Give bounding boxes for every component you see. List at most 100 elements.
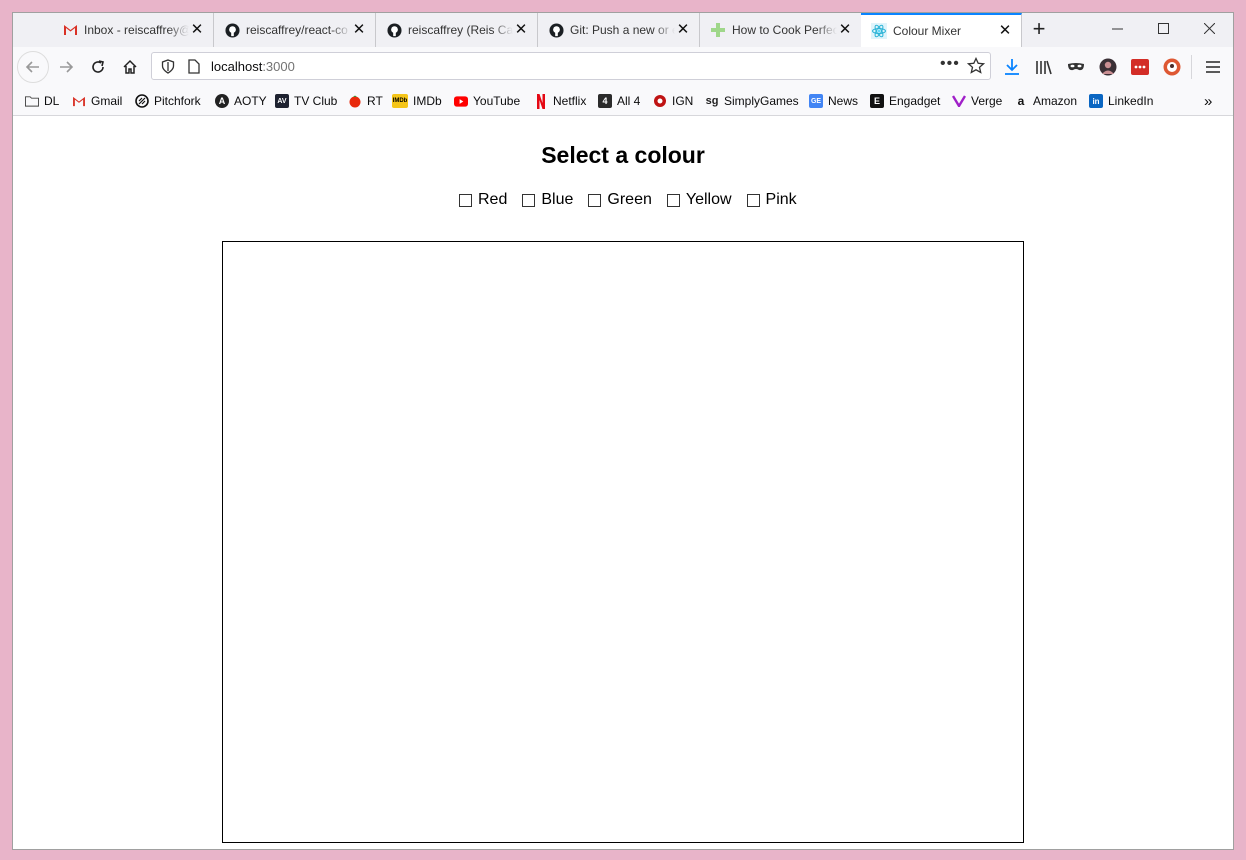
- bookmark-label: Amazon: [1033, 94, 1078, 108]
- tab-strip: Inbox - reiscaffrey@ ✕ reiscaffrey/react…: [13, 13, 1233, 47]
- tab-how-to-cook[interactable]: How to Cook Perfect ✕: [700, 13, 862, 47]
- option-yellow[interactable]: Yellow: [666, 191, 732, 209]
- page-icon: [188, 59, 200, 77]
- tab-github-react[interactable]: reiscaffrey/react-co ✕: [214, 13, 376, 47]
- minimize-icon[interactable]: [1094, 13, 1140, 43]
- bookmark-tv-club[interactable]: AV TV Club: [275, 91, 337, 111]
- menu-icon[interactable]: [1202, 56, 1224, 78]
- close-window-icon[interactable]: [1186, 13, 1232, 43]
- bookmark-linkedin[interactable]: in LinkedIn: [1089, 91, 1153, 111]
- close-tab-icon[interactable]: ✕: [513, 22, 529, 38]
- toolbar-divider: [1191, 55, 1192, 79]
- bookmark-label: Verge: [971, 94, 1003, 108]
- bookmark-star-icon[interactable]: [966, 56, 986, 78]
- bookmarks-toolbar: DL Gmail Pitchfork A AOTY AV TV Club RT …: [13, 87, 1233, 116]
- close-tab-icon[interactable]: ✕: [675, 22, 691, 38]
- shield-icon[interactable]: [161, 59, 175, 77]
- close-tab-icon[interactable]: ✕: [837, 22, 853, 38]
- aoty-icon: A: [215, 94, 229, 108]
- bookmark-ign[interactable]: IGN: [653, 91, 693, 111]
- close-tab-icon[interactable]: ✕: [189, 22, 205, 38]
- checkbox-red[interactable]: [459, 193, 472, 207]
- tab-gmail[interactable]: Inbox - reiscaffrey@ ✕: [52, 13, 214, 47]
- reload-icon: [92, 60, 104, 73]
- checkbox-yellow[interactable]: [666, 193, 680, 207]
- url-port: :3000: [262, 59, 295, 74]
- close-tab-icon[interactable]: ✕: [351, 22, 367, 38]
- folder-icon: [25, 94, 39, 108]
- bookmark-label: IGN: [672, 94, 694, 108]
- amazon-icon: a: [1017, 94, 1025, 108]
- bookmark-imdb[interactable]: IMDb IMDb: [392, 91, 442, 111]
- imdb-icon: IMDb: [392, 94, 408, 108]
- bookmarks-overflow-icon[interactable]: »: [1204, 91, 1212, 111]
- checkbox-green[interactable]: [588, 193, 602, 207]
- private-mask-icon[interactable]: [1065, 56, 1087, 78]
- bookmark-label: Engadget: [889, 94, 941, 108]
- navigation-toolbar: localhost:3000 •••: [13, 47, 1233, 87]
- bookmark-gmail[interactable]: Gmail: [72, 91, 122, 111]
- page-content: Select a colour Red Blue Green Yellow Pi…: [13, 116, 1233, 849]
- option-green[interactable]: Green: [588, 191, 652, 209]
- option-blue[interactable]: Blue: [522, 191, 573, 209]
- duckduckgo-icon[interactable]: [1161, 56, 1183, 78]
- home-button[interactable]: [114, 51, 146, 83]
- url-bar[interactable]: localhost:3000 •••: [151, 52, 991, 80]
- bookmark-aoty[interactable]: A AOTY: [215, 91, 267, 111]
- bookmark-label: YouTube: [473, 94, 521, 108]
- plus-green-icon: [710, 22, 726, 38]
- close-tab-icon[interactable]: ✕: [997, 23, 1013, 39]
- bookmark-label: Gmail: [91, 94, 123, 108]
- option-label: Yellow: [685, 191, 732, 208]
- bookmark-label: Pitchfork: [154, 94, 201, 108]
- tab-colour-mixer[interactable]: Colour Mixer ✕: [861, 13, 1022, 47]
- option-pink[interactable]: Pink: [746, 191, 797, 209]
- verge-icon: [952, 94, 966, 108]
- forward-button[interactable]: [50, 51, 82, 83]
- lastpass-icon[interactable]: [1129, 56, 1151, 78]
- home-icon: [123, 59, 137, 74]
- option-label: Green: [607, 191, 652, 208]
- bookmark-label: All 4: [617, 94, 641, 108]
- maximize-icon[interactable]: [1140, 13, 1186, 43]
- download-icon[interactable]: [1001, 56, 1023, 78]
- url-text[interactable]: localhost:3000: [211, 59, 295, 74]
- back-button[interactable]: [17, 51, 49, 83]
- option-label: Blue: [541, 191, 574, 208]
- page-actions-icon[interactable]: •••: [940, 55, 960, 73]
- bookmark-all4[interactable]: 4 All 4: [598, 91, 640, 111]
- simplygames-icon: sg: [705, 95, 719, 107]
- checkbox-blue[interactable]: [522, 193, 536, 207]
- linkedin-icon: in: [1089, 94, 1103, 108]
- bookmark-label: News: [828, 94, 859, 108]
- avatar[interactable]: [1097, 56, 1119, 78]
- bookmark-rt[interactable]: RT: [348, 91, 383, 111]
- bookmark-simplygames[interactable]: sg SimplyGames: [705, 91, 799, 111]
- new-tab-button[interactable]: +: [1027, 18, 1051, 42]
- bookmark-label: DL: [44, 94, 60, 108]
- bookmark-engadget[interactable]: E Engadget: [870, 91, 940, 111]
- bookmark-dl[interactable]: DL: [25, 91, 59, 111]
- tab-title: Inbox - reiscaffrey@: [84, 23, 189, 37]
- netflix-icon: [534, 93, 548, 109]
- tab-github-profile[interactable]: reiscaffrey (Reis Caf ✕: [376, 13, 538, 47]
- ign-icon: [653, 94, 667, 108]
- forward-arrow-icon: [60, 61, 74, 73]
- option-red[interactable]: Red: [459, 191, 507, 209]
- tab-title: Git: Push a new or e: [570, 23, 675, 37]
- bookmark-label: Netflix: [553, 94, 587, 108]
- library-icon[interactable]: [1033, 56, 1055, 78]
- bookmark-pitchfork[interactable]: Pitchfork: [135, 91, 201, 111]
- bookmark-label: RT: [367, 94, 383, 108]
- bookmark-netflix[interactable]: Netflix: [534, 91, 586, 111]
- tomato-icon: [348, 94, 362, 108]
- bookmark-verge[interactable]: Verge: [952, 91, 1002, 111]
- bookmark-news[interactable]: GE News: [809, 91, 858, 111]
- reload-button[interactable]: [82, 51, 114, 83]
- bookmark-youtube[interactable]: YouTube: [454, 91, 520, 111]
- url-host: localhost: [211, 59, 263, 74]
- bookmark-amazon[interactable]: a Amazon: [1014, 91, 1077, 111]
- github-icon: [548, 22, 564, 38]
- checkbox-pink[interactable]: [746, 193, 760, 207]
- tab-git-push[interactable]: Git: Push a new or e ✕: [538, 13, 700, 47]
